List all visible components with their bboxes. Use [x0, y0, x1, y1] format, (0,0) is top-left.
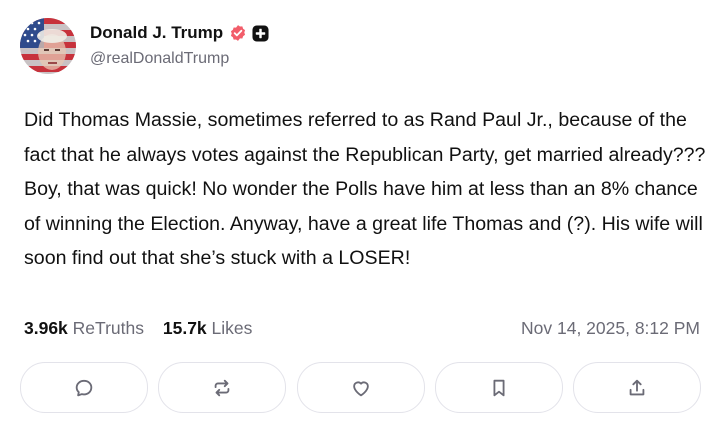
comment-icon: [75, 379, 93, 396]
reply-button[interactable]: [20, 362, 148, 413]
retruth-button[interactable]: [158, 362, 287, 413]
share-button[interactable]: [573, 362, 701, 413]
avatar[interactable]: [20, 18, 76, 74]
author-handle[interactable]: @realDonaldTrump: [90, 50, 229, 68]
post-stats: 3.96k ReTruths 15.7k Likes: [24, 318, 252, 339]
verified-badge-icon: [229, 24, 247, 42]
repost-icon: [214, 379, 230, 396]
retruths-count[interactable]: 3.96k: [24, 318, 68, 338]
retruths-label[interactable]: ReTruths: [73, 318, 144, 338]
author-row: Donald J. Trump: [90, 22, 269, 44]
likes-label[interactable]: Likes: [212, 318, 253, 338]
avatar-image: [20, 18, 76, 74]
bookmark-button[interactable]: [434, 362, 563, 413]
bookmark-icon: [493, 379, 505, 396]
heart-icon: [352, 380, 369, 396]
post-text: Did Thomas Massie, sometimes referred to…: [24, 109, 706, 269]
author-name[interactable]: Donald J. Trump: [90, 23, 223, 43]
likes-count[interactable]: 15.7k: [163, 318, 207, 338]
share-icon: [629, 379, 645, 395]
action-bar: [20, 362, 701, 413]
post-timestamp[interactable]: Nov 14, 2025, 8:12 PM: [521, 318, 700, 339]
plus-badge-icon: [252, 24, 269, 42]
like-button[interactable]: [296, 362, 425, 413]
